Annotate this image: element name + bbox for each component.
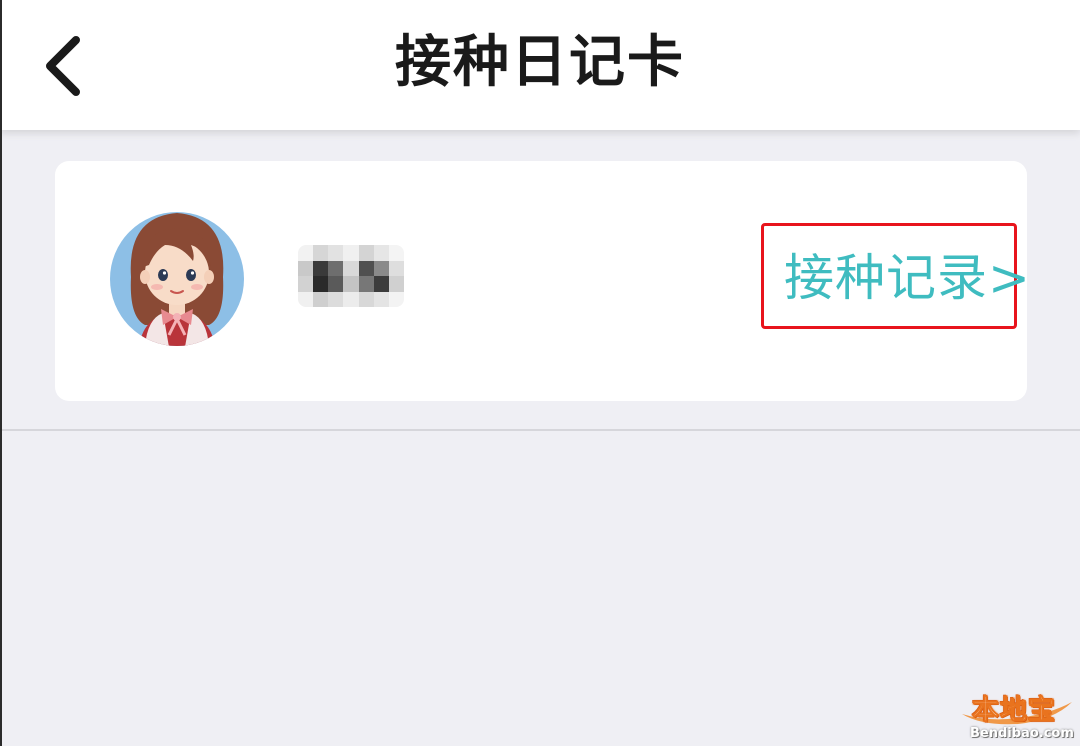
vaccination-record-label: 接种记录> [784, 249, 1031, 307]
top-nav-bar: 接种日记卡 [0, 0, 1080, 130]
divider [0, 429, 1080, 431]
user-name-pixelated [298, 245, 404, 307]
vaccination-record-link[interactable]: 接种记录> [761, 223, 1030, 329]
avatar [109, 207, 245, 347]
watermark: 本地宝 Bendibao.com [958, 684, 1076, 744]
screen-edge [0, 0, 2, 746]
page-title: 接种日记卡 [395, 30, 685, 95]
girl-avatar-icon [110, 212, 244, 346]
watermark-url: Bendibao.com [970, 726, 1074, 741]
profile-card: 接种记录> [55, 161, 1030, 401]
watermark-logo-text: 本地宝 [972, 695, 1056, 727]
